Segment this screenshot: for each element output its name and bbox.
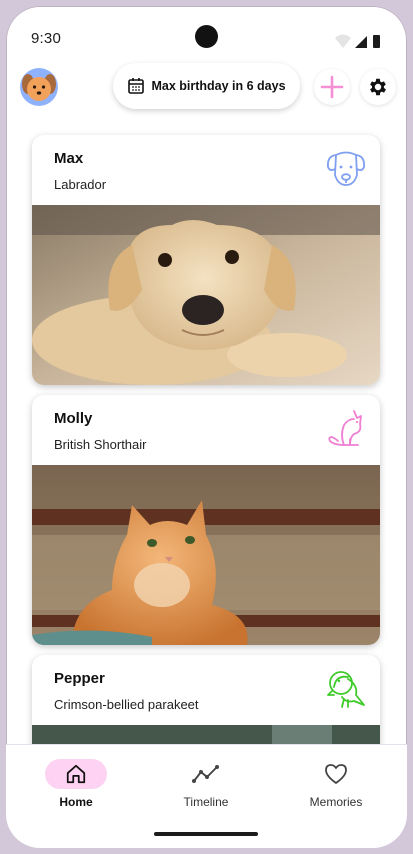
pet-photo-labrador <box>32 205 380 385</box>
battery-icon <box>373 35 380 48</box>
nav-memories-pill <box>305 759 367 789</box>
settings-button[interactable] <box>360 69 396 105</box>
pet-card-max[interactable]: Max Labrador <box>32 135 380 385</box>
pet-photo-cat <box>32 465 380 645</box>
calendar-icon <box>128 78 145 94</box>
top-bar: Max birthday in 6 days <box>6 58 407 114</box>
status-icons <box>335 34 380 48</box>
status-time: 9:30 <box>31 30 61 47</box>
signal-icon <box>355 36 367 48</box>
nav-label-memories: Memories <box>309 795 363 809</box>
plus-icon <box>320 75 344 99</box>
add-pet-button[interactable] <box>314 69 350 105</box>
cat-icon <box>328 410 362 446</box>
nav-label-home: Home <box>59 795 93 809</box>
phone-screen: 9:30 Max birthday in 6 days Max Labrador… <box>6 6 407 848</box>
gesture-navigation-bar[interactable] <box>154 832 258 836</box>
nav-home[interactable]: Home <box>26 759 126 819</box>
timeline-icon <box>192 765 219 783</box>
nav-timeline-pill <box>175 759 237 789</box>
pet-name: Molly <box>54 410 93 427</box>
wifi-icon <box>335 34 351 48</box>
dog-icon <box>327 151 365 186</box>
dog-avatar-icon[interactable] <box>20 68 58 106</box>
nav-timeline[interactable]: Timeline <box>156 759 256 819</box>
pet-name: Max <box>54 150 84 167</box>
pet-breed: Labrador <box>54 177 107 192</box>
pet-breed: British Shorthair <box>54 437 147 452</box>
camera-cutout <box>195 25 218 48</box>
home-icon <box>66 764 86 784</box>
birthday-reminder-chip[interactable]: Max birthday in 6 days <box>113 63 300 109</box>
nav-label-timeline: Timeline <box>183 795 229 809</box>
pet-breed: Crimson-bellied parakeet <box>54 697 199 712</box>
bird-icon <box>327 671 365 708</box>
heart-icon <box>325 764 347 784</box>
pet-name: Pepper <box>54 670 105 687</box>
nav-memories[interactable]: Memories <box>286 759 386 819</box>
pet-card-molly[interactable]: Molly British Shorthair <box>32 395 380 645</box>
birthday-text: Max birthday in 6 days <box>151 79 286 93</box>
gear-icon <box>370 78 386 96</box>
nav-active-indicator <box>45 759 107 789</box>
